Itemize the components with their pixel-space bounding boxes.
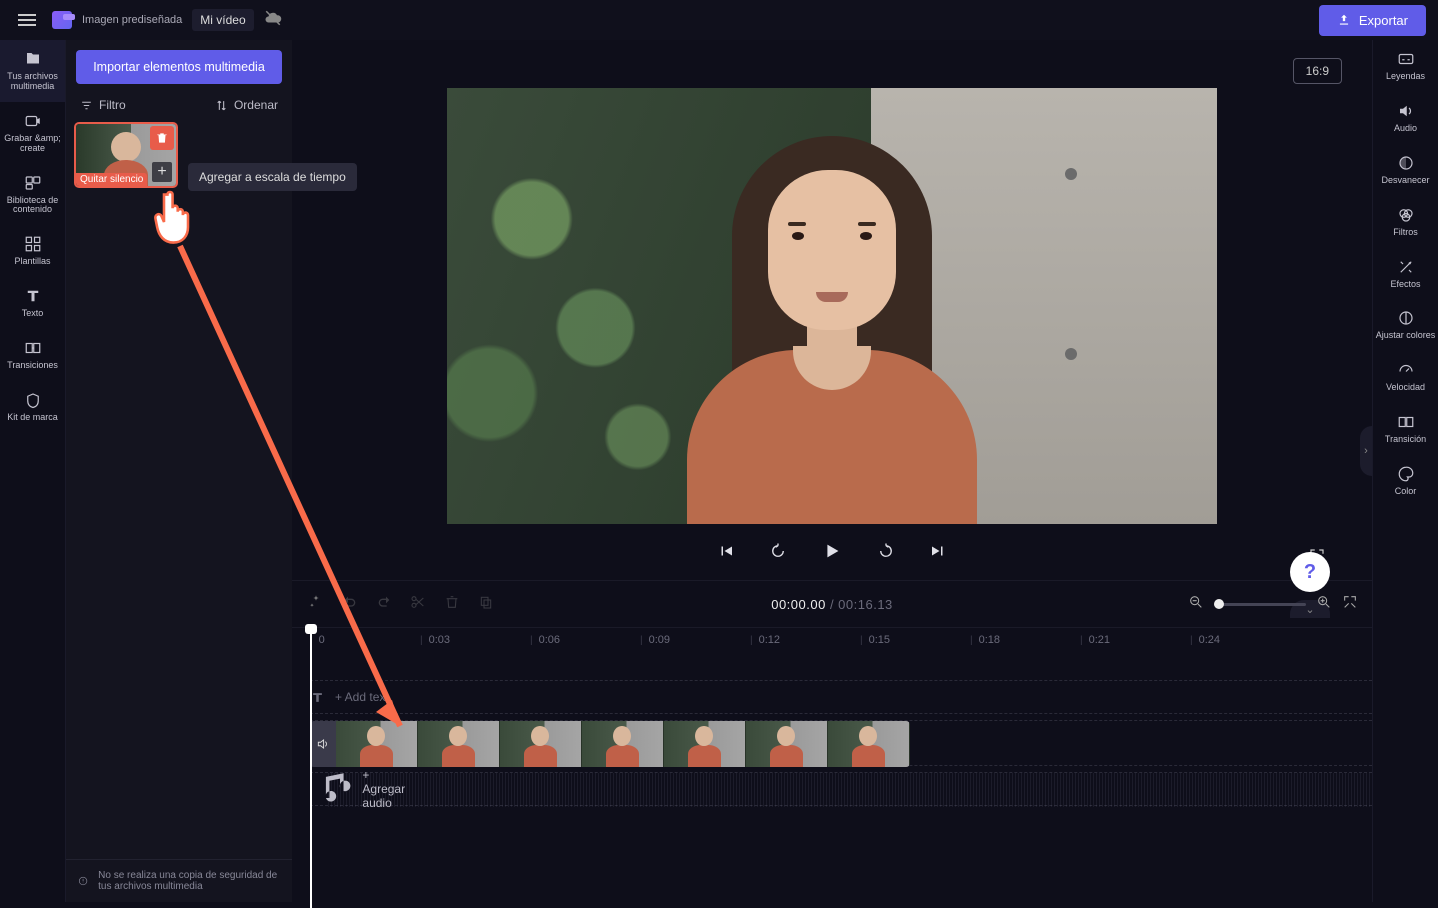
filter-button[interactable]: Filtro bbox=[80, 98, 126, 112]
rail-label: Transiciones bbox=[7, 361, 58, 371]
zoom-slider[interactable] bbox=[1214, 603, 1306, 606]
timeline[interactable]: + Add text + Agregar audio bbox=[292, 660, 1372, 902]
skip-start-button[interactable] bbox=[713, 538, 739, 567]
rail-record[interactable]: Grabar &amp; create bbox=[0, 102, 65, 164]
rail-label: Grabar &amp; create bbox=[2, 134, 63, 154]
clip-audio-icon[interactable] bbox=[310, 721, 336, 767]
text-track[interactable]: + Add text bbox=[310, 680, 1372, 714]
collapse-right-panel[interactable]: › bbox=[1360, 426, 1372, 476]
rewind-button[interactable] bbox=[765, 538, 791, 567]
rail-label: Velocidad bbox=[1386, 383, 1425, 393]
filter-label: Filtro bbox=[99, 98, 126, 112]
rail-label: Tus archivos multimedia bbox=[2, 72, 63, 92]
text-track-hint: + Add text bbox=[335, 690, 389, 704]
rail-label: Desvanecer bbox=[1381, 176, 1429, 186]
split-button[interactable] bbox=[410, 594, 426, 615]
rail-your-media[interactable]: Tus archivos multimedia bbox=[0, 40, 65, 102]
add-to-timeline-button[interactable]: + bbox=[152, 162, 172, 182]
rail-effects[interactable]: Efectos bbox=[1373, 248, 1438, 300]
media-thumbnail[interactable]: + Quitar silencio bbox=[76, 124, 176, 186]
rail-color[interactable]: Color bbox=[1373, 455, 1438, 507]
ruler-tick: 0:15 bbox=[860, 634, 890, 646]
audio-track[interactable]: + Agregar audio bbox=[310, 772, 1372, 806]
ruler-tick: 0:06 bbox=[530, 634, 560, 646]
add-to-timeline-tooltip: Agregar a escala de tiempo bbox=[188, 163, 357, 191]
zoom-out-button[interactable] bbox=[1188, 594, 1204, 615]
rail-label: Transición bbox=[1385, 435, 1426, 445]
delete-media-button[interactable] bbox=[150, 126, 174, 150]
rail-label: Audio bbox=[1394, 124, 1417, 134]
ruler-tick: 0:18 bbox=[970, 634, 1000, 646]
export-button-label: Exportar bbox=[1359, 13, 1408, 28]
ruler-tick: 0:12 bbox=[750, 634, 780, 646]
zoom-fit-button[interactable] bbox=[1342, 594, 1358, 615]
sort-button[interactable]: Ordenar bbox=[215, 98, 278, 112]
aspect-ratio-selector[interactable]: 16:9 bbox=[1293, 58, 1342, 84]
forward-button[interactable] bbox=[873, 538, 899, 567]
right-rail: Leyendas Audio Desvanecer Filtros Efecto… bbox=[1372, 40, 1438, 902]
cloud-sync-off-icon[interactable] bbox=[264, 9, 282, 32]
timecode-duration: 00:16.13 bbox=[838, 597, 893, 612]
timeline-ruler[interactable]: 0 0:03 0:06 0:09 0:12 0:15 0:18 0:21 0:2… bbox=[292, 628, 1372, 660]
help-button[interactable]: ? bbox=[1290, 552, 1330, 592]
preview-canvas[interactable] bbox=[447, 88, 1217, 524]
annotation-hand-cursor-icon bbox=[148, 186, 204, 246]
ruler-tick: 0:24 bbox=[1190, 634, 1220, 646]
app-logo bbox=[52, 11, 72, 29]
backup-warning-text: No se realiza una copia de seguridad de … bbox=[98, 870, 280, 892]
rail-label: Filtros bbox=[1393, 228, 1418, 238]
rail-text[interactable]: Texto bbox=[0, 277, 65, 329]
export-button[interactable]: Exportar bbox=[1319, 5, 1426, 36]
rail-speed[interactable]: Velocidad bbox=[1373, 351, 1438, 403]
rail-transitions[interactable]: Transiciones bbox=[0, 329, 65, 381]
rail-templates[interactable]: Plantillas bbox=[0, 225, 65, 277]
rail-label: Biblioteca de contenido bbox=[2, 196, 63, 216]
preset-label: Imagen prediseñada bbox=[82, 14, 182, 26]
rail-label: Color bbox=[1395, 487, 1417, 497]
ruler-tick: 0:21 bbox=[1080, 634, 1110, 646]
undo-button[interactable] bbox=[342, 594, 358, 615]
rail-label: Kit de marca bbox=[7, 413, 58, 423]
ruler-tick: 0:03 bbox=[420, 634, 450, 646]
rail-audio[interactable]: Audio bbox=[1373, 92, 1438, 144]
sort-label: Ordenar bbox=[234, 98, 278, 112]
rail-label: Plantillas bbox=[14, 257, 50, 267]
rail-adjust-colors[interactable]: Ajustar colores bbox=[1373, 299, 1438, 351]
audio-track-hint: + Agregar audio bbox=[362, 768, 405, 810]
skip-end-button[interactable] bbox=[925, 538, 951, 567]
left-rail: Tus archivos multimedia Grabar &amp; cre… bbox=[0, 40, 66, 902]
remove-silence-badge[interactable]: Quitar silencio bbox=[76, 173, 147, 186]
rail-label: Leyendas bbox=[1386, 72, 1425, 82]
project-name-input[interactable]: Mi vídeo bbox=[192, 9, 253, 31]
rail-fade[interactable]: Desvanecer bbox=[1373, 144, 1438, 196]
playhead[interactable] bbox=[310, 628, 312, 908]
media-panel: Importar elementos multimedia Filtro Ord… bbox=[66, 40, 292, 902]
rail-filters[interactable]: Filtros bbox=[1373, 196, 1438, 248]
rail-transition[interactable]: Transición bbox=[1373, 403, 1438, 455]
timecode-current: 00:00.00 bbox=[771, 597, 826, 612]
ruler-tick: 0 bbox=[310, 634, 325, 646]
rail-brand-kit[interactable]: Kit de marca bbox=[0, 381, 65, 433]
play-button[interactable] bbox=[817, 536, 847, 569]
zoom-in-button[interactable] bbox=[1316, 594, 1332, 615]
menu-button[interactable] bbox=[12, 8, 42, 32]
rail-label: Ajustar colores bbox=[1376, 331, 1436, 341]
backup-warning: No se realiza una copia de seguridad de … bbox=[66, 859, 292, 902]
rail-label: Efectos bbox=[1390, 280, 1420, 290]
ruler-tick: 0:09 bbox=[640, 634, 670, 646]
rail-content-library[interactable]: Biblioteca de contenido bbox=[0, 164, 65, 226]
duplicate-button[interactable] bbox=[478, 594, 494, 615]
video-clip[interactable] bbox=[310, 721, 910, 767]
magic-tool-button[interactable] bbox=[308, 594, 324, 615]
video-track[interactable] bbox=[310, 720, 1372, 766]
rail-captions[interactable]: Leyendas bbox=[1373, 40, 1438, 92]
import-media-button[interactable]: Importar elementos multimedia bbox=[76, 50, 282, 84]
redo-button[interactable] bbox=[376, 594, 392, 615]
delete-clip-button[interactable] bbox=[444, 594, 460, 615]
rail-label: Texto bbox=[22, 309, 44, 319]
timecode-display: 00:00.00 / 00:16.13 bbox=[771, 597, 893, 612]
